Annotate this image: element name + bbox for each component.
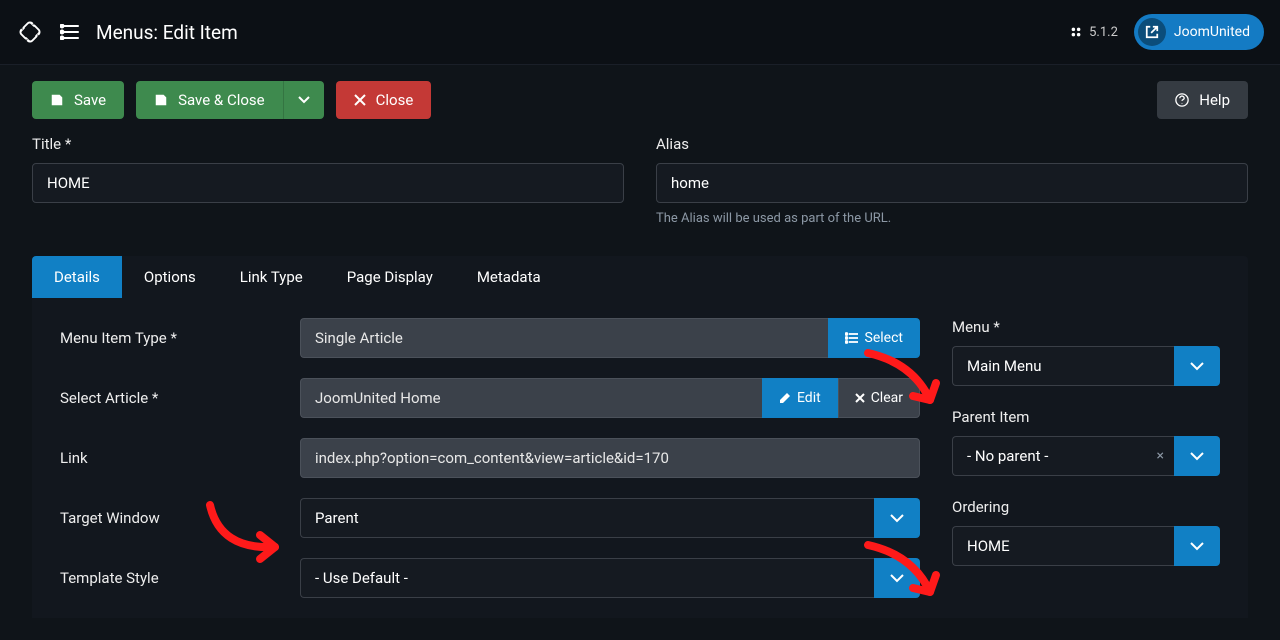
save-icon	[50, 93, 64, 107]
edit-article-button[interactable]: Edit	[762, 378, 838, 418]
menu-select[interactable]: Main Menu	[952, 346, 1220, 386]
menu-value: Main Menu	[952, 346, 1174, 386]
save-button[interactable]: Save	[32, 81, 124, 119]
chevron-down-icon	[874, 498, 920, 538]
tab-metadata[interactable]: Metadata	[455, 256, 563, 298]
close-icon	[354, 94, 366, 106]
open-site-icon	[1138, 18, 1166, 46]
tabs: Details Options Link Type Page Display M…	[32, 256, 1248, 298]
ordering-label: Ordering	[952, 498, 1220, 516]
title-input[interactable]	[32, 163, 624, 203]
tabs-panel: Details Options Link Type Page Display M…	[32, 256, 1248, 618]
save-icon	[154, 93, 168, 107]
select-type-button[interactable]: Select	[828, 318, 920, 358]
save-close-button[interactable]: Save & Close	[136, 81, 283, 119]
tab-link-type[interactable]: Link Type	[218, 256, 325, 298]
clear-article-button[interactable]: Clear	[838, 378, 920, 418]
template-style-label: Template Style	[60, 569, 300, 587]
alias-input[interactable]	[656, 163, 1248, 203]
alias-label: Alias	[656, 135, 1248, 153]
save-dropdown-button[interactable]	[283, 81, 324, 119]
help-icon	[1175, 93, 1189, 107]
alias-help: The Alias will be used as part of the UR…	[656, 211, 1248, 226]
chevron-down-icon	[1174, 526, 1220, 566]
chevron-down-icon	[1174, 436, 1220, 476]
select-article-value: JoomUnited Home	[300, 378, 762, 418]
parent-label: Parent Item	[952, 408, 1220, 426]
title-label: Title *	[32, 135, 624, 153]
tab-page-display[interactable]: Page Display	[325, 256, 455, 298]
template-style-value: - Use Default -	[300, 558, 874, 598]
joomla-logo-icon	[16, 18, 44, 46]
tab-options[interactable]: Options	[122, 256, 218, 298]
edit-icon	[779, 392, 791, 404]
link-value: index.php?option=com_content&view=articl…	[300, 438, 920, 478]
target-window-value: Parent	[300, 498, 874, 538]
help-button[interactable]: Help	[1157, 81, 1248, 119]
toolbar: Save Save & Close Close Help	[0, 65, 1280, 135]
chevron-down-icon	[298, 96, 310, 104]
target-window-select[interactable]: Parent	[300, 498, 920, 538]
menu-label: Menu *	[952, 318, 1220, 336]
site-name: JoomUnited	[1174, 24, 1250, 40]
site-pill[interactable]: JoomUnited	[1134, 14, 1264, 50]
link-label: Link	[60, 449, 300, 467]
template-style-select[interactable]: - Use Default -	[300, 558, 920, 598]
save-close-group: Save & Close	[136, 81, 324, 119]
select-article-label: Select Article *	[60, 389, 300, 407]
chevron-down-icon	[874, 558, 920, 598]
version-indicator: 5.1.2	[1069, 25, 1118, 40]
parent-value: - No parent -×	[952, 436, 1174, 476]
parent-select[interactable]: - No parent -×	[952, 436, 1220, 476]
page-title: Menus: Edit Item	[96, 21, 238, 44]
close-icon	[855, 393, 865, 403]
target-window-label: Target Window	[60, 509, 300, 527]
list-icon	[845, 332, 859, 344]
topbar: Menus: Edit Item 5.1.2 JoomUnited	[0, 0, 1280, 65]
tab-details[interactable]: Details	[32, 256, 122, 298]
chevron-down-icon	[1174, 346, 1220, 386]
clear-icon[interactable]: ×	[1157, 448, 1164, 464]
ordering-select[interactable]: HOME	[952, 526, 1220, 566]
menu-item-type-label: Menu Item Type *	[60, 329, 300, 347]
ordering-value: HOME	[952, 526, 1174, 566]
menu-item-type-value: Single Article	[300, 318, 828, 358]
hamburger-icon[interactable]	[60, 24, 80, 40]
joomla-small-icon	[1069, 25, 1083, 39]
close-button[interactable]: Close	[336, 81, 432, 119]
